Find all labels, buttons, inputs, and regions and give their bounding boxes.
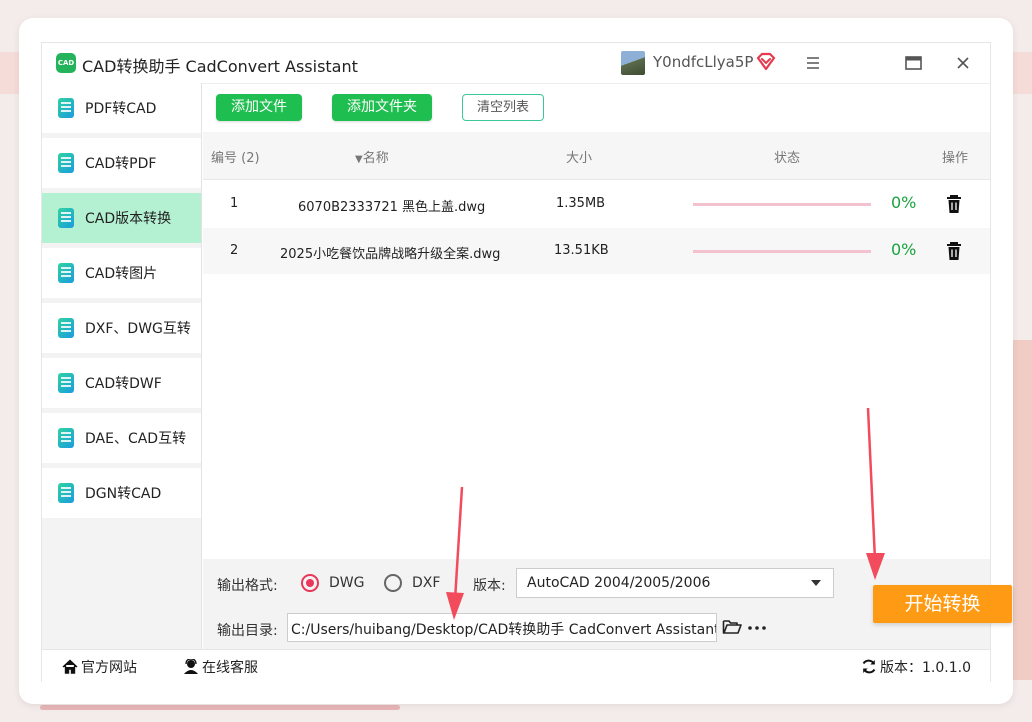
version-label: 版本: xyxy=(473,578,506,594)
row-file-name: 2025小吃餐饮品牌战略升级全案.dwg xyxy=(280,247,501,262)
background-bar xyxy=(40,705,400,710)
start-convert-button[interactable]: 开始转换 xyxy=(873,585,1012,623)
sidebar-item-dxf-dwg[interactable]: DXF、DWG互转 xyxy=(42,303,201,353)
dae-file-icon xyxy=(58,428,74,448)
vip-diamond-icon[interactable] xyxy=(755,52,777,72)
sidebar-item-dae-cad[interactable]: DAE、CAD互转 xyxy=(42,413,201,463)
sidebar-item-label: CAD版本转换 xyxy=(85,211,172,227)
clear-list-button[interactable]: 清空列表 xyxy=(462,94,544,121)
pdf-file-icon xyxy=(58,98,74,118)
sidebar-item-cad-version[interactable]: CAD版本转换 xyxy=(42,193,201,243)
table-row[interactable]: 1 6070B2333721 黑色上盖.dwg 1.35MB 0% xyxy=(203,181,990,227)
cad-file-icon xyxy=(58,153,74,173)
header-action: 操作 xyxy=(942,151,969,166)
dwf-file-icon xyxy=(58,373,74,393)
app-window: CAD CAD转换助手 CadConvert Assistant Y0ndfcL… xyxy=(41,42,1012,682)
row-index: 2 xyxy=(230,243,239,258)
format-option-dwg[interactable]: DWG xyxy=(329,575,364,591)
sidebar-item-dgn-to-cad[interactable]: DGN转CAD xyxy=(42,468,201,518)
version-info[interactable]: 版本：1.0.1.0 xyxy=(861,657,971,677)
status-footer: 官方网站 在线客服 版本：1.0.1.0 xyxy=(42,649,990,682)
progress-bar xyxy=(693,250,871,253)
output-dir-label: 输出目录: xyxy=(217,623,278,639)
online-support-label: 在线客服 xyxy=(202,660,258,676)
sidebar-item-cad-to-image[interactable]: CAD转图片 xyxy=(42,248,201,298)
format-radio-dwg[interactable] xyxy=(301,574,319,592)
header-size: 大小 xyxy=(566,151,593,166)
sidebar: PDF转CAD CAD转PDF CAD版本转换 CAD转图片 DXF、DWG互转… xyxy=(42,83,202,649)
add-folder-button[interactable]: 添加文件夹 xyxy=(332,94,432,121)
sidebar-item-label: PDF转CAD xyxy=(85,101,157,117)
user-avatar[interactable] xyxy=(621,51,645,75)
file-table: 编号 (2) ▼名称 大小 状态 操作 1 6070B2333721 黑色上盖.… xyxy=(203,132,990,559)
version-text: 版本：1.0.1.0 xyxy=(880,660,971,676)
trash-icon[interactable] xyxy=(945,241,963,261)
image-file-icon xyxy=(58,263,74,283)
app-title: CAD转换助手 CadConvert Assistant xyxy=(82,57,358,76)
format-option-dxf[interactable]: DXF xyxy=(412,575,440,591)
more-options-icon[interactable] xyxy=(748,626,766,630)
close-icon[interactable] xyxy=(949,49,977,77)
official-website-link[interactable]: 官方网站 xyxy=(62,657,137,677)
version-file-icon xyxy=(58,208,74,228)
sidebar-item-pdf-to-cad[interactable]: PDF转CAD xyxy=(42,83,201,133)
sidebar-item-label: CAD转图片 xyxy=(85,266,158,282)
output-format-label: 输出格式: xyxy=(217,578,278,594)
sidebar-item-cad-to-pdf[interactable]: CAD转PDF xyxy=(42,138,201,188)
header-status: 状态 xyxy=(774,151,801,166)
progress-percent: 0% xyxy=(891,240,917,259)
table-header: 编号 (2) ▼名称 大小 状态 操作 xyxy=(203,132,990,180)
dgn-file-icon xyxy=(58,483,74,503)
app-logo-icon: CAD xyxy=(56,53,76,73)
version-select-value: AutoCAD 2004/2005/2006 xyxy=(527,575,711,591)
sidebar-item-cad-to-dwf[interactable]: CAD转DWF xyxy=(42,358,201,408)
title-bar: CAD CAD转换助手 CadConvert Assistant Y0ndfcL… xyxy=(42,43,990,84)
row-file-size: 13.51KB xyxy=(554,243,609,258)
sidebar-item-label: DXF、DWG互转 xyxy=(85,321,191,337)
output-dir-field[interactable]: C:/Users/huibang/Desktop/CAD转换助手 CadConv… xyxy=(287,613,717,642)
online-support-link[interactable]: 在线客服 xyxy=(183,657,258,677)
table-row[interactable]: 2 2025小吃餐饮品牌战略升级全案.dwg 13.51KB 0% xyxy=(203,228,990,274)
add-file-button[interactable]: 添加文件 xyxy=(216,94,302,121)
official-website-label: 官方网站 xyxy=(81,660,137,676)
sidebar-item-label: DAE、CAD互转 xyxy=(85,431,187,447)
menu-icon[interactable] xyxy=(799,49,827,77)
row-index: 1 xyxy=(230,196,239,211)
support-agent-icon xyxy=(184,658,198,674)
header-name[interactable]: ▼名称 xyxy=(355,147,389,166)
header-name-label: 名称 xyxy=(362,151,389,166)
user-name[interactable]: Y0ndfcLlya5P xyxy=(653,53,753,71)
sort-down-icon: ▼ xyxy=(355,154,363,165)
folder-open-icon[interactable] xyxy=(722,618,742,635)
progress-percent: 0% xyxy=(891,193,917,212)
output-settings-panel: 输出格式: DWG DXF 版本: AutoCAD 2004/2005/2006… xyxy=(203,559,1012,649)
maximize-icon[interactable] xyxy=(899,49,927,77)
row-file-name: 6070B2333721 黑色上盖.dwg xyxy=(298,200,486,215)
chevron-down-icon xyxy=(811,580,821,586)
refresh-icon xyxy=(862,659,876,674)
version-select[interactable]: AutoCAD 2004/2005/2006 xyxy=(516,568,834,598)
sidebar-item-label: CAD转DWF xyxy=(85,376,162,392)
header-index: 编号 (2) xyxy=(211,151,260,166)
sidebar-item-label: DGN转CAD xyxy=(85,486,162,502)
row-file-size: 1.35MB xyxy=(556,196,606,211)
sidebar-item-label: CAD转PDF xyxy=(85,156,157,172)
trash-icon[interactable] xyxy=(945,194,963,214)
format-radio-dxf[interactable] xyxy=(384,574,402,592)
progress-bar xyxy=(693,203,871,206)
dxf-file-icon xyxy=(58,318,74,338)
home-icon xyxy=(62,659,78,674)
